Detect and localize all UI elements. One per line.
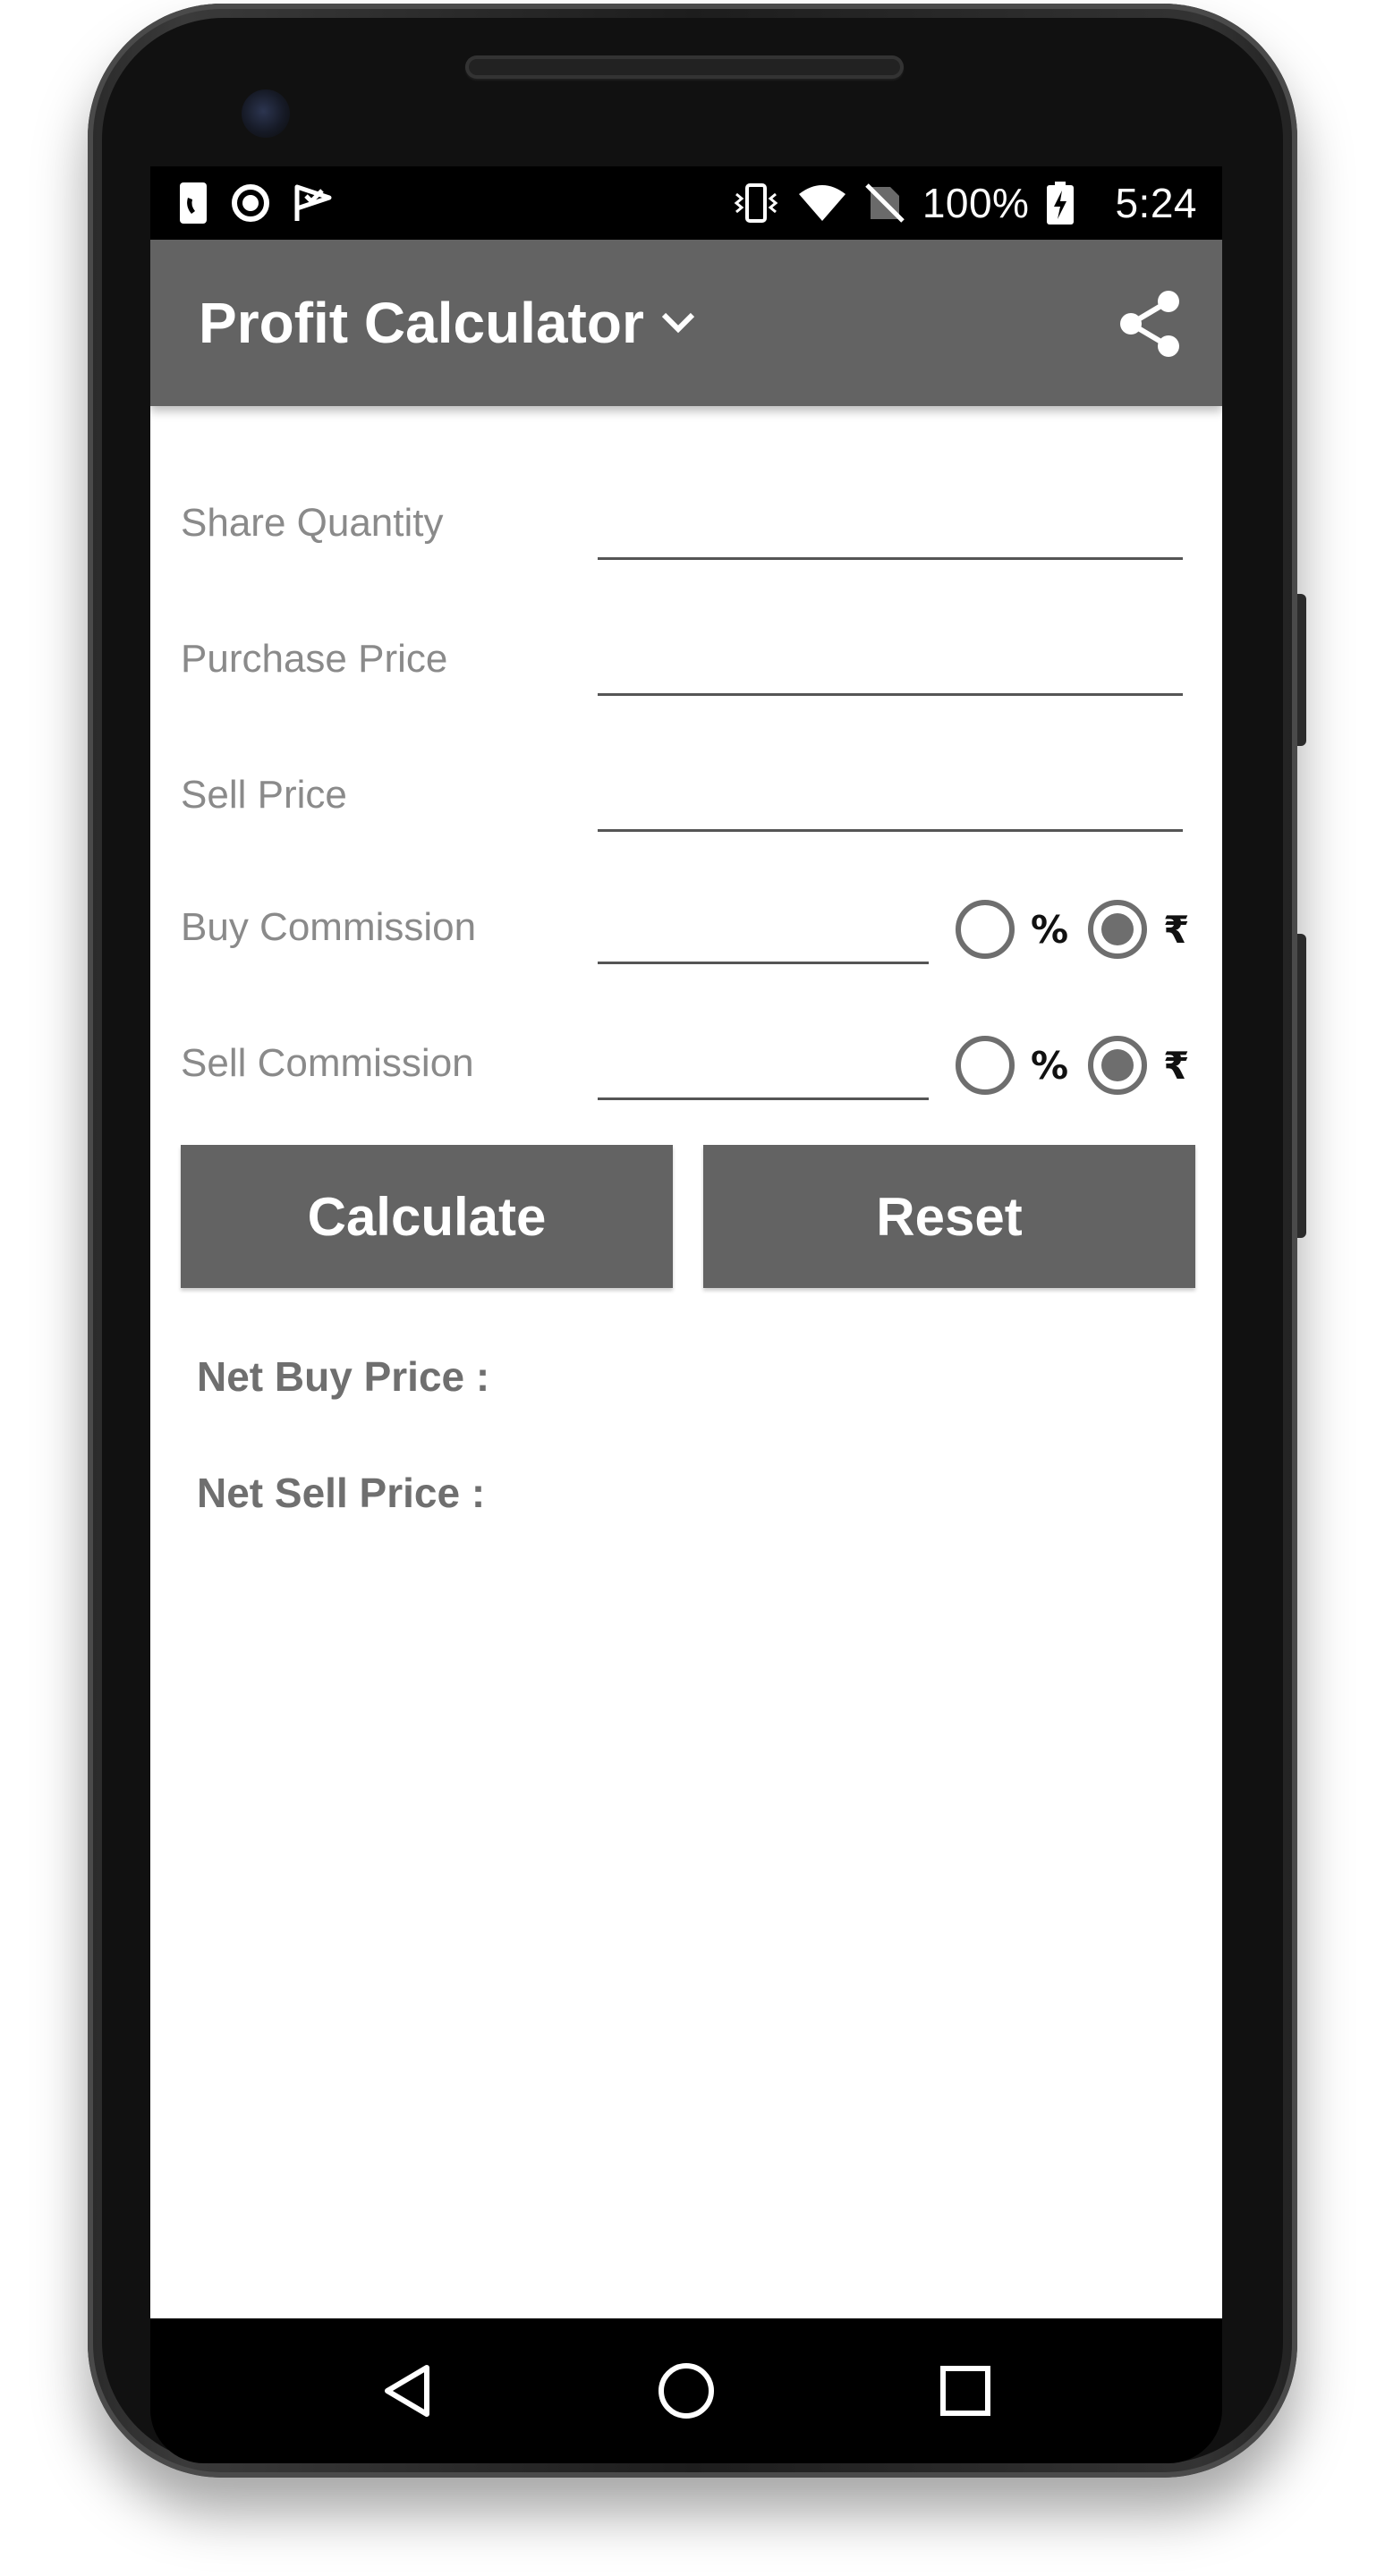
- buy-commission-row: Buy Commission % ₹: [150, 860, 1222, 995]
- sell-commission-type: % ₹: [956, 1032, 1189, 1098]
- buy-commission-rupee-radio[interactable]: [1088, 900, 1148, 959]
- status-right-icons: 100% 5:24: [733, 166, 1197, 240]
- battery-charging-icon: [1047, 182, 1075, 225]
- buy-commission-rupee-label: ₹: [1163, 907, 1190, 952]
- buy-commission-type: % ₹: [956, 896, 1189, 962]
- buy-commission-percent-label: %: [1031, 907, 1069, 952]
- screen: 100% 5:24 Profit Calculator Share Quanti…: [150, 166, 1222, 2318]
- sell-commission-rupee-label: ₹: [1163, 1043, 1190, 1088]
- battery-percentage: 100%: [922, 180, 1030, 226]
- home-icon: [659, 2363, 714, 2419]
- no-sim-icon: [865, 183, 905, 223]
- app-bar: Profit Calculator: [150, 240, 1222, 406]
- check-flag-icon: [294, 184, 332, 221]
- volume-button: [1297, 594, 1306, 746]
- sell-commission-percent-label: %: [1031, 1043, 1069, 1088]
- circle-notification-icon: [232, 184, 269, 222]
- recents-icon: [940, 2366, 990, 2416]
- buy-commission-input[interactable]: [598, 893, 929, 964]
- phone-notification-icon: [180, 182, 207, 224]
- sell-price-row: Sell Price: [150, 728, 1222, 862]
- buy-commission-percent-radio[interactable]: [956, 900, 1015, 959]
- share-quantity-label: Share Quantity: [181, 501, 444, 545]
- sell-price-label: Sell Price: [181, 773, 347, 817]
- purchase-price-label: Purchase Price: [181, 637, 448, 681]
- page-title[interactable]: Profit Calculator: [199, 240, 644, 406]
- navigation-bar: [150, 2318, 1222, 2463]
- top-speaker: [465, 55, 904, 79]
- calculate-button[interactable]: Calculate: [181, 1145, 673, 1288]
- net-sell-price-label: Net Sell Price :: [197, 1470, 486, 1516]
- clock: 5:24: [1115, 180, 1197, 226]
- buy-commission-label: Buy Commission: [181, 905, 477, 949]
- share-quantity-row: Share Quantity: [150, 456, 1222, 590]
- back-icon: [385, 2365, 429, 2417]
- net-buy-price-label: Net Buy Price :: [197, 1353, 490, 1400]
- status-left-icons: [179, 166, 333, 240]
- radio-selected-dot: [1101, 1049, 1134, 1081]
- purchase-price-row: Purchase Price: [150, 592, 1222, 726]
- share-quantity-input[interactable]: [598, 488, 1183, 560]
- sell-commission-percent-radio[interactable]: [956, 1036, 1015, 1095]
- power-button: [1297, 934, 1306, 1238]
- sell-price-input[interactable]: [598, 760, 1183, 832]
- radio-selected-dot: [1101, 913, 1134, 945]
- sell-commission-row: Sell Commission % ₹: [150, 996, 1222, 1131]
- back-button[interactable]: [358, 2342, 456, 2440]
- sell-commission-input[interactable]: [598, 1029, 929, 1100]
- sell-commission-label: Sell Commission: [181, 1041, 474, 1085]
- status-bar: 100% 5:24: [150, 166, 1222, 240]
- sell-commission-rupee-radio[interactable]: [1088, 1036, 1148, 1095]
- vibrate-icon: [734, 183, 778, 223]
- front-camera: [242, 89, 290, 138]
- home-button[interactable]: [637, 2342, 735, 2440]
- recents-button[interactable]: [916, 2342, 1015, 2440]
- wifi-icon: [798, 185, 845, 221]
- chevron-down-icon[interactable]: [659, 309, 698, 336]
- purchase-price-input[interactable]: [598, 624, 1183, 696]
- reset-button[interactable]: Reset: [703, 1145, 1195, 1288]
- share-icon[interactable]: [1118, 290, 1181, 358]
